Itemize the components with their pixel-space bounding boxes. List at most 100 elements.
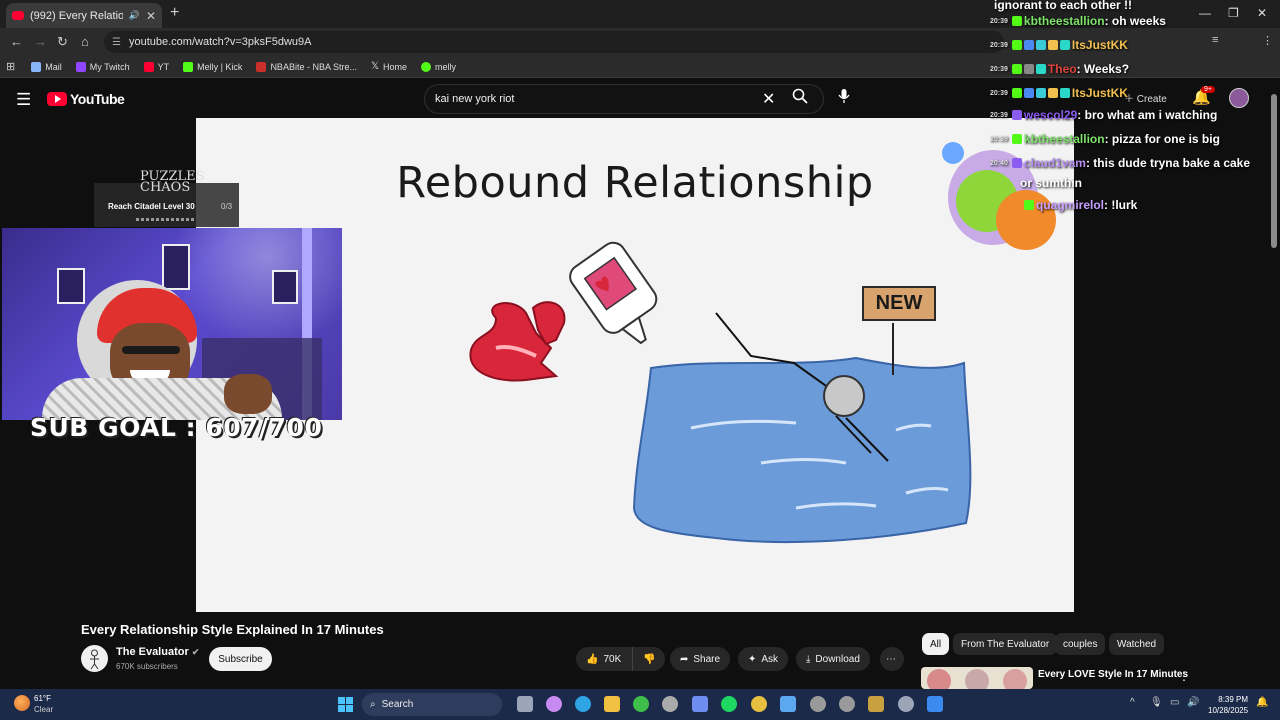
dislike-button[interactable]: 👎 [632,647,665,671]
microphone-icon[interactable]: 🎙 [1150,697,1163,708]
app-icon[interactable] [868,696,884,712]
media-icon[interactable] [810,696,826,712]
url-text: youtube.com/watch?v=3pksF5dwu9A [128,36,312,48]
kick-icon [183,61,194,72]
recommendation-title[interactable]: Every LOVE Style In 17 Minutes [1038,669,1188,680]
youtube-icon [143,61,154,72]
download-icon: ⤓ [806,653,811,665]
twitch-icon [75,61,86,72]
menu-hamburger-icon[interactable]: ☰ [16,90,31,110]
bookmark-mail[interactable]: Mail [31,61,62,72]
badge-icon [1059,40,1070,50]
edge-icon[interactable] [575,696,591,712]
melly-icon [421,61,432,72]
chip-couples[interactable]: couples [1055,633,1106,655]
store-icon[interactable] [692,696,708,712]
spotify-icon[interactable] [721,696,737,712]
ask-button[interactable]: ✦ Ask [738,647,789,671]
chip-from-the-evaluator[interactable]: From The Evaluator [953,633,1058,655]
kick-badge-icon [1011,134,1022,144]
chat-line: 20:40 claud1vam: this dude tryna bake a … [990,156,1251,170]
badge-icon [1035,88,1046,98]
recommendation-thumbnail[interactable] [921,667,1033,689]
file-explorer-icon[interactable] [517,696,533,712]
kick-badge-icon [1011,88,1022,98]
bookmark-my-twitch[interactable]: My Twitch [75,61,130,72]
recommendation-menu-icon[interactable]: ⋮ [1178,669,1190,683]
youtube-logo[interactable]: YouTube [47,91,125,107]
badge-icon [1035,64,1046,74]
bookmark-home[interactable]: 𝕏 Home [371,61,407,72]
volume-icon[interactable]: 🔊 [1187,697,1199,708]
bookmark-nbabite[interactable]: NBABite - NBA Stre... [256,61,357,72]
photos-icon[interactable] [780,696,796,712]
chip-watched[interactable]: Watched [1109,633,1165,655]
apps-grid-icon[interactable]: ⊞ [6,60,15,73]
bookmark-melly[interactable]: melly [421,61,456,72]
badge-icon [1047,88,1058,98]
video-title: Every Relationship Style Explained In 17… [81,622,384,637]
notification-icon[interactable]: 🔔 [1256,697,1268,708]
channel-avatar[interactable] [81,645,108,672]
stream-chat-overlay: ignorant to each other !! 20:39 kbtheest… [990,0,1280,218]
network-icon[interactable]: ▭ [1170,697,1179,708]
speaker-icon[interactable]: 🔊 [129,10,140,21]
page-scrollbar[interactable] [1271,94,1277,248]
badge-icon [1011,110,1022,120]
browser-tab[interactable]: (992) Every Relationship Style 🔊 ✕ [6,3,162,28]
search-icon[interactable] [792,88,808,108]
chevron-up-icon[interactable]: ^ [1130,697,1135,708]
close-tab-icon[interactable]: ✕ [146,9,156,23]
channel-name[interactable]: The Evaluator ✔ [116,646,199,658]
download-button[interactable]: ⤓ Download [796,647,870,671]
new-tab-button[interactable]: + [170,4,179,22]
streamer-webcam [2,228,342,420]
xbox-icon[interactable] [633,696,649,712]
game-task-text: Reach Citadel Level 30 [108,202,195,211]
bookmark-melly-kick[interactable]: Melly | Kick [183,61,242,72]
game-progress-text: 0/3 [221,202,233,211]
share-button[interactable]: ➦ Share [670,647,731,671]
game-logo: PUZZLES CHAOS [140,169,205,195]
address-bar[interactable]: ☰ youtube.com/watch?v=3pksF5dwu9A [104,31,1004,53]
chip-all[interactable]: All [922,633,950,655]
weather-icon[interactable] [14,695,30,711]
more-actions-button[interactable]: ⋯ [880,647,904,671]
copilot-icon[interactable] [546,696,562,712]
app-icon[interactable] [927,696,943,712]
x-icon: 𝕏 [370,61,380,72]
youtube-favicon-icon [12,11,24,20]
folder-icon[interactable] [604,696,620,712]
back-icon[interactable]: ← [10,34,23,49]
broken-heart-icon [469,301,566,382]
taskbar-search[interactable]: ⌕ Search [362,693,502,716]
settings-icon[interactable] [662,696,678,712]
game-progress-bar [136,218,196,221]
microphone-icon[interactable] [838,88,850,107]
forward-icon[interactable]: → [34,34,47,49]
nba-icon [256,61,267,72]
chrome-icon[interactable] [751,696,767,712]
share-icon: ➦ [680,653,689,665]
badge-icon [1011,158,1022,168]
tab-title: (992) Every Relationship Style [30,9,123,22]
app-icon[interactable] [839,696,855,712]
chat-line: 20:39 ItsJustKK [990,38,1128,52]
chat-line: 20:39 kbtheestallion: oh weeks [990,14,1166,28]
like-button[interactable]: 👍 70K [576,647,632,671]
subscribe-button[interactable]: Subscribe [209,647,272,671]
search-icon: ⌕ [370,699,376,710]
chat-line: or sumthin [1020,176,1082,190]
reload-icon[interactable]: ↻ [57,34,68,50]
subscriber-count: 670K subscribers [116,662,178,671]
bookmark-yt[interactable]: YT [143,61,169,72]
gear-icon[interactable] [898,696,914,712]
windows-start-icon[interactable] [338,697,353,712]
new-sign: NEW [862,286,936,321]
clear-search-icon[interactable]: ✕ [762,89,775,109]
system-clock[interactable]: 8:39 PM 10/28/2025 [1208,694,1248,716]
home-icon[interactable]: ⌂ [81,34,89,49]
site-info-icon[interactable]: ☰ [112,37,121,48]
game-objective-overlay: PUZZLES CHAOS Reach Citadel Level 30 0/3 [94,170,239,227]
badge-icon [1035,40,1046,50]
